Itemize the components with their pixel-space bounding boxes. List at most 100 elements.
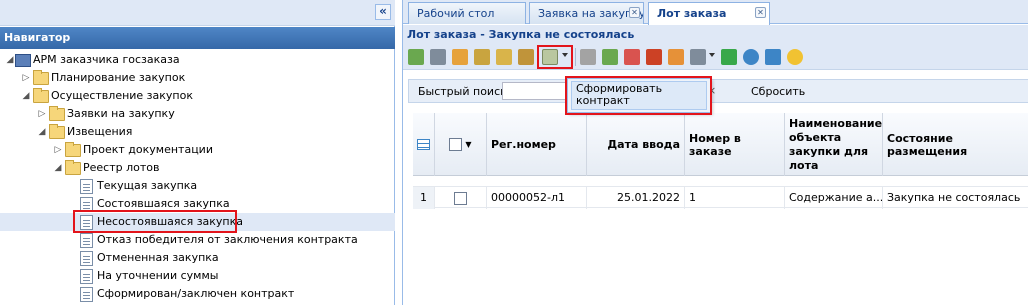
select-all-checkbox[interactable]: ▼ [435,113,487,176]
row-number: 1 [413,187,435,209]
close-icon[interactable]: ✕ [629,7,640,18]
data-grid: ▼ Рег.номер Дата ввода Номер в заказе На… [413,113,1028,305]
tree-item-label: На уточнении суммы [97,269,219,282]
tree-item-winner-refusal[interactable]: Отказ победителя от заключения контракта [0,231,395,249]
tree-item-failed[interactable]: Несостоявшаяся закупка [0,213,395,231]
column-header-order-number[interactable]: Номер в заказе [685,113,785,176]
tree-item-label: Несостоявшаяся закупка [97,215,244,228]
reset-button[interactable]: Сбросить [751,85,805,98]
import-icon[interactable] [518,49,534,65]
folder-icon [49,124,65,139]
toolbar [403,44,1028,70]
collapsed-arrow-icon[interactable]: ▷ [20,69,32,87]
upload-icon[interactable] [496,49,512,65]
navigator-topbar: « [0,0,395,26]
tree-item-completed[interactable]: Состоявшаяся закупка [0,195,395,213]
expand-arrow-icon[interactable]: ◢ [52,159,64,177]
settings-icon[interactable] [690,49,706,65]
menu-item-create-contract[interactable]: Сформировать контракт [571,81,707,110]
navigator-title: Навигатор [0,27,395,49]
download-icon[interactable] [602,49,618,65]
export-icon[interactable] [474,49,490,65]
folder-icon [65,160,81,175]
collapsed-arrow-icon[interactable]: ▷ [52,141,64,159]
tab-purchase-request[interactable]: Заявка на закупку ✕ [529,2,644,24]
tree-item-cancelled[interactable]: Отмененная закупка [0,249,395,267]
document-icon [80,251,93,266]
document-icon [80,287,93,302]
tree-item-label: АРМ заказчика госзаказа [33,53,180,66]
tab-strip: Рабочий стол Заявка на закупку ✕ Лот зак… [403,0,1028,25]
book-icon [15,54,31,67]
filter-icon[interactable] [668,49,684,65]
tree-item-label: Отказ победителя от заключения контракта [97,233,358,246]
document-icon [80,197,93,212]
document-icon [80,179,93,194]
tree-item-lot-registry[interactable]: ◢ Реестр лотов [0,159,395,177]
tree-item-amount-clarification[interactable]: На уточнении суммы [0,267,395,285]
tab-label: Лот заказа [657,7,727,20]
expand-arrow-icon[interactable]: ◢ [36,123,48,141]
table-row[interactable]: 1 00000052-л1 25.01.2022 1 Содержание а.… [413,186,1028,209]
expand-arrow-icon[interactable]: ◢ [20,87,32,105]
tree-item-requests[interactable]: ▷ Заявки на закупку [0,105,395,123]
grid-header: ▼ Рег.номер Дата ввода Номер в заказе На… [413,113,1028,176]
tree-item-arm[interactable]: ◢ АРМ заказчика госзаказа [0,51,395,69]
copy-icon[interactable] [452,49,468,65]
document-icon [80,269,93,284]
edit-document-icon[interactable] [542,49,558,65]
help-icon[interactable] [787,49,803,65]
tree-item-label: Заявки на закупку [67,107,175,120]
sort-icon[interactable] [646,49,662,65]
tree-item-draft-docs[interactable]: ▷ Проект документации [0,141,395,159]
dropdown-menu: Сформировать контракт [567,78,711,113]
cell-date: 25.01.2022 [587,187,685,209]
column-header-reg-number[interactable]: Рег.номер [487,113,587,176]
tree-item-label: Состоявшаяся закупка [97,197,230,210]
navigator-panel: « Навигатор ◢ АРМ заказчика госзаказа ▷ … [0,0,395,305]
document-icon [80,215,93,230]
cell-order-number: 1 [685,187,785,209]
tree-item-contract-formed[interactable]: Сформирован/заключен контракт [0,285,395,303]
collapse-navigator-button[interactable]: « [375,4,391,20]
dropdown-arrow-icon[interactable] [562,53,568,57]
tree-item-procurement[interactable]: ◢ Осуществление закупок [0,87,395,105]
folder-icon [49,106,65,121]
tree-item-label: Реестр лотов [83,161,160,174]
toolbar-separator [575,48,576,66]
print-icon[interactable] [430,49,446,65]
add-icon[interactable] [408,49,424,65]
column-header-status[interactable]: Состояние размещения [883,113,1028,176]
tab-label: Рабочий стол [417,7,495,20]
tab-lot[interactable]: Лот заказа ✕ [648,2,770,25]
document-icon [80,233,93,248]
column-header-date[interactable]: Дата ввода [587,113,685,176]
tab-desktop[interactable]: Рабочий стол [408,2,526,24]
delete-icon[interactable] [624,49,640,65]
dropdown-arrow-icon[interactable] [709,53,715,57]
folder-icon [33,70,49,85]
cell-reg-number: 00000052-л1 [487,187,587,209]
row-checkbox[interactable] [435,187,487,209]
grid-columns-icon[interactable] [413,113,435,176]
refresh-icon[interactable] [721,49,737,65]
tree-item-label: Планирование закупок [51,71,186,84]
close-icon[interactable]: ✕ [755,7,766,18]
cell-name: Содержание а... [785,187,883,209]
quick-search-bar: Быстрый поиск × Сбросить [408,79,1028,103]
tree-item-current[interactable]: Текущая закупка [0,177,395,195]
tree-item-label: Сформирован/заключен контракт [97,287,295,300]
attach-icon[interactable] [580,49,596,65]
column-header-name[interactable]: Наименование объекта закупки для лота [785,113,883,176]
tree-item-notices[interactable]: ◢ Извещения [0,123,395,141]
navigate-icon[interactable] [765,49,781,65]
tree-item-planning[interactable]: ▷ Планирование закупок [0,69,395,87]
tree-item-label: Осуществление закупок [51,89,193,102]
cell-status: Закупка не состоялась [887,191,1021,204]
collapsed-arrow-icon[interactable]: ▷ [36,105,48,123]
tree-item-label: Извещения [67,125,133,138]
info-icon[interactable] [743,49,759,65]
tree-item-label: Проект документации [83,143,213,156]
search-label: Быстрый поиск [418,85,507,98]
folder-icon [65,142,81,157]
